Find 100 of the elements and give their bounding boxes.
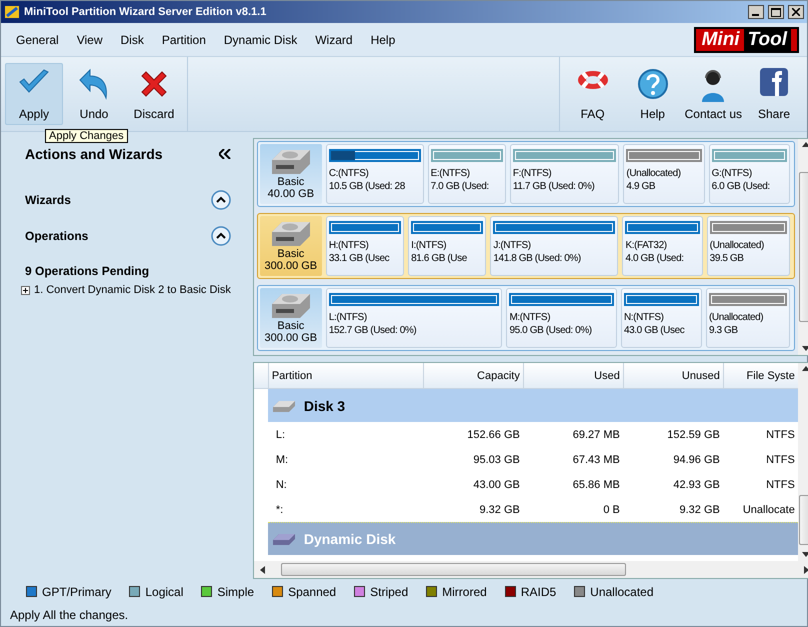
partition-name: M:(NTFS) <box>509 311 552 324</box>
faq-button[interactable]: FAQ <box>564 63 622 125</box>
legend-label: Spanned <box>288 584 336 598</box>
help-icon <box>636 68 669 100</box>
partition-name: (Unallocated) <box>626 167 682 180</box>
window-title: MiniTool Partition Wizard Server Edition v8.1.1 <box>24 6 268 18</box>
partition-name: L:(NTFS) <box>328 311 368 324</box>
menu-item[interactable]: General <box>7 32 68 46</box>
contact-button[interactable]: Contact us <box>684 63 743 125</box>
maximize-button[interactable] <box>768 5 784 19</box>
collapse-icon[interactable] <box>210 226 231 246</box>
partition-info: 152.7 GB (Used: 0%) <box>328 324 418 337</box>
table-cell-text: 152.66 GB <box>466 428 521 440</box>
partition-info: 4.0 GB (Used: <box>625 252 685 265</box>
partition-block[interactable]: K:(FAT32) 4.0 GB (Used: <box>622 216 703 276</box>
help-button[interactable]: Help <box>624 63 682 125</box>
partition-info: 6.0 GB (Used: <box>712 180 771 193</box>
partition-info: 10.5 GB (Used: 28 <box>328 180 406 193</box>
partition-block[interactable]: (Unallocated) 4.9 GB <box>623 144 705 204</box>
expand-icon[interactable] <box>21 286 30 294</box>
disk-size: 300.00 GB <box>264 260 318 272</box>
table-cell-text: 9.32 GB <box>678 504 721 516</box>
partition-name: C:(NTFS) <box>328 167 370 180</box>
apply-button[interactable]: Apply <box>5 63 63 125</box>
partition-info: 39.5 GB <box>710 252 745 265</box>
share-icon <box>760 68 788 96</box>
column-header[interactable]: Unused <box>622 363 723 388</box>
table-cell-text: NTFS <box>765 428 796 440</box>
partition-block[interactable]: N:(NTFS) 43.0 GB (Usec <box>620 288 702 348</box>
undo-icon <box>78 68 110 100</box>
scrollbar-thumb[interactable] <box>280 563 626 576</box>
partition-info: 81.6 GB (Use <box>411 252 468 265</box>
partition-block[interactable]: M:(NTFS) 95.0 GB (Used: 0%) <box>506 288 617 348</box>
status-text: Apply All the changes. <box>10 608 128 622</box>
column-header[interactable]: Used <box>522 363 623 388</box>
disk-row[interactable]: Basic 40.00 GB C:(NTFS) 10.5 GB (Used: 28 E:(NTFS) 7.0 GB (Used: F:(NTFS) 11.7 GB (Used: 0%) (Unallocated) 4.9 GB G:(NTFS) 6.0 GB (Used: <box>256 141 795 207</box>
partition-info: 141.8 GB (Used: 0%) <box>493 252 582 265</box>
column-header[interactable]: Partition <box>268 363 423 388</box>
operation-item[interactable]: 1. Convert Dynamic Disk 2 to Basic Disk <box>34 284 231 296</box>
partition-block[interactable]: (Unallocated) 39.5 GB <box>706 216 790 276</box>
partition-block[interactable]: G:(NTFS) 6.0 GB (Used: <box>708 144 790 204</box>
partition-name: K:(FAT32) <box>625 239 668 252</box>
undo-button[interactable]: Undo <box>65 63 123 125</box>
legend-label: Mirrored <box>442 584 487 598</box>
tooltip: Apply Changes <box>45 129 128 143</box>
table-cell-text: 94.96 GB <box>672 454 721 466</box>
menu-item[interactable]: Partition <box>152 32 215 46</box>
table-cell-text: 42.93 GB <box>672 478 721 490</box>
partition-block[interactable]: F:(NTFS) 11.7 GB (Used: 0%) <box>510 144 620 204</box>
table-cell-text: 43.00 GB <box>472 478 521 490</box>
panel-title: Actions and Wizards <box>25 146 163 162</box>
disk-row[interactable]: Basic 300.00 GB L:(NTFS) 152.7 GB (Used: 0%) M:(NTFS) 95.0 GB (Used: 0%) N:(NTFS) 43.0 GB (Usec (Unallocated) 9.3 GB <box>256 285 795 351</box>
partition-info: 11.7 GB (Used: 0%) <box>512 180 596 193</box>
table-cell-text: *: <box>274 504 284 516</box>
table-cell-text: 69.27 MB <box>572 428 621 440</box>
partition-name: I:(NTFS) <box>411 239 448 252</box>
partition-block[interactable]: H:(NTFS) 33.1 GB (Usec <box>326 216 404 276</box>
section-title: Operations <box>25 229 88 243</box>
column-header[interactable]: Capacity <box>422 363 523 388</box>
collapse-icon[interactable] <box>210 190 231 210</box>
table-cell-text: 95.03 GB <box>472 454 521 466</box>
disk-type: Basic <box>277 248 304 260</box>
legend-label: Striped <box>370 584 408 598</box>
table-cell-text: N: <box>274 478 288 490</box>
legend-label: Logical <box>145 584 184 598</box>
app-icon <box>4 4 20 20</box>
close-icon <box>792 8 800 16</box>
menu-item[interactable]: Help <box>362 32 404 46</box>
discard-button[interactable]: Discard <box>125 63 183 125</box>
menu-item[interactable]: Disk <box>112 32 153 46</box>
lifebuoy-icon <box>576 68 610 92</box>
share-button[interactable]: Share <box>745 63 803 125</box>
menu-item[interactable]: View <box>68 32 112 46</box>
partition-name: G:(NTFS) <box>712 167 753 180</box>
section-title: Wizards <box>25 193 71 207</box>
table-cell-text: 67.43 MB <box>572 454 621 466</box>
partition-info: 95.0 GB (Used: 0%) <box>509 324 593 337</box>
menu-item[interactable]: Dynamic Disk <box>214 32 306 46</box>
partition-name: N:(NTFS) <box>624 311 665 324</box>
legend-label: Unallocated <box>590 584 654 598</box>
pending-title: 9 Operations Pending <box>25 264 150 278</box>
close-button[interactable] <box>788 5 804 19</box>
partition-block[interactable]: E:(NTFS) 7.0 GB (Used: <box>428 144 506 204</box>
menu-item[interactable]: Wizard <box>306 32 362 46</box>
partition-block[interactable]: (Unallocated) 9.3 GB <box>706 288 790 348</box>
collapse-icon[interactable] <box>218 149 231 159</box>
partition-info: 9.3 GB <box>708 324 739 337</box>
disk-group-row[interactable]: Disk 3 <box>268 389 798 422</box>
partition-name: J:(NTFS) <box>493 239 532 252</box>
table-cell-text: 65.86 MB <box>572 478 621 490</box>
partition-info: 43.0 GB (Usec <box>624 324 686 337</box>
disk-row[interactable]: Basic 300.00 GB H:(NTFS) 33.1 GB (Usec I:(NTFS) 81.6 GB (Use J:(NTFS) 141.8 GB (Used: 0%) K:(FAT32) 4.0 GB (Used: (Unallocated) 39.5 GB <box>256 213 795 279</box>
minimize-button[interactable] <box>748 5 764 19</box>
table-cell-text: Unallocate <box>742 504 796 516</box>
partition-name: (Unallocated) <box>708 311 764 324</box>
partition-block[interactable]: I:(NTFS) 81.6 GB (Use <box>408 216 486 276</box>
partition-info: 7.0 GB (Used: <box>430 180 490 193</box>
partition-block[interactable]: J:(NTFS) 141.8 GB (Used: 0%) <box>490 216 618 276</box>
partition-block[interactable]: C:(NTFS) 10.5 GB (Used: 28 <box>326 144 424 204</box>
partition-block[interactable]: L:(NTFS) 152.7 GB (Used: 0%) <box>326 288 502 348</box>
